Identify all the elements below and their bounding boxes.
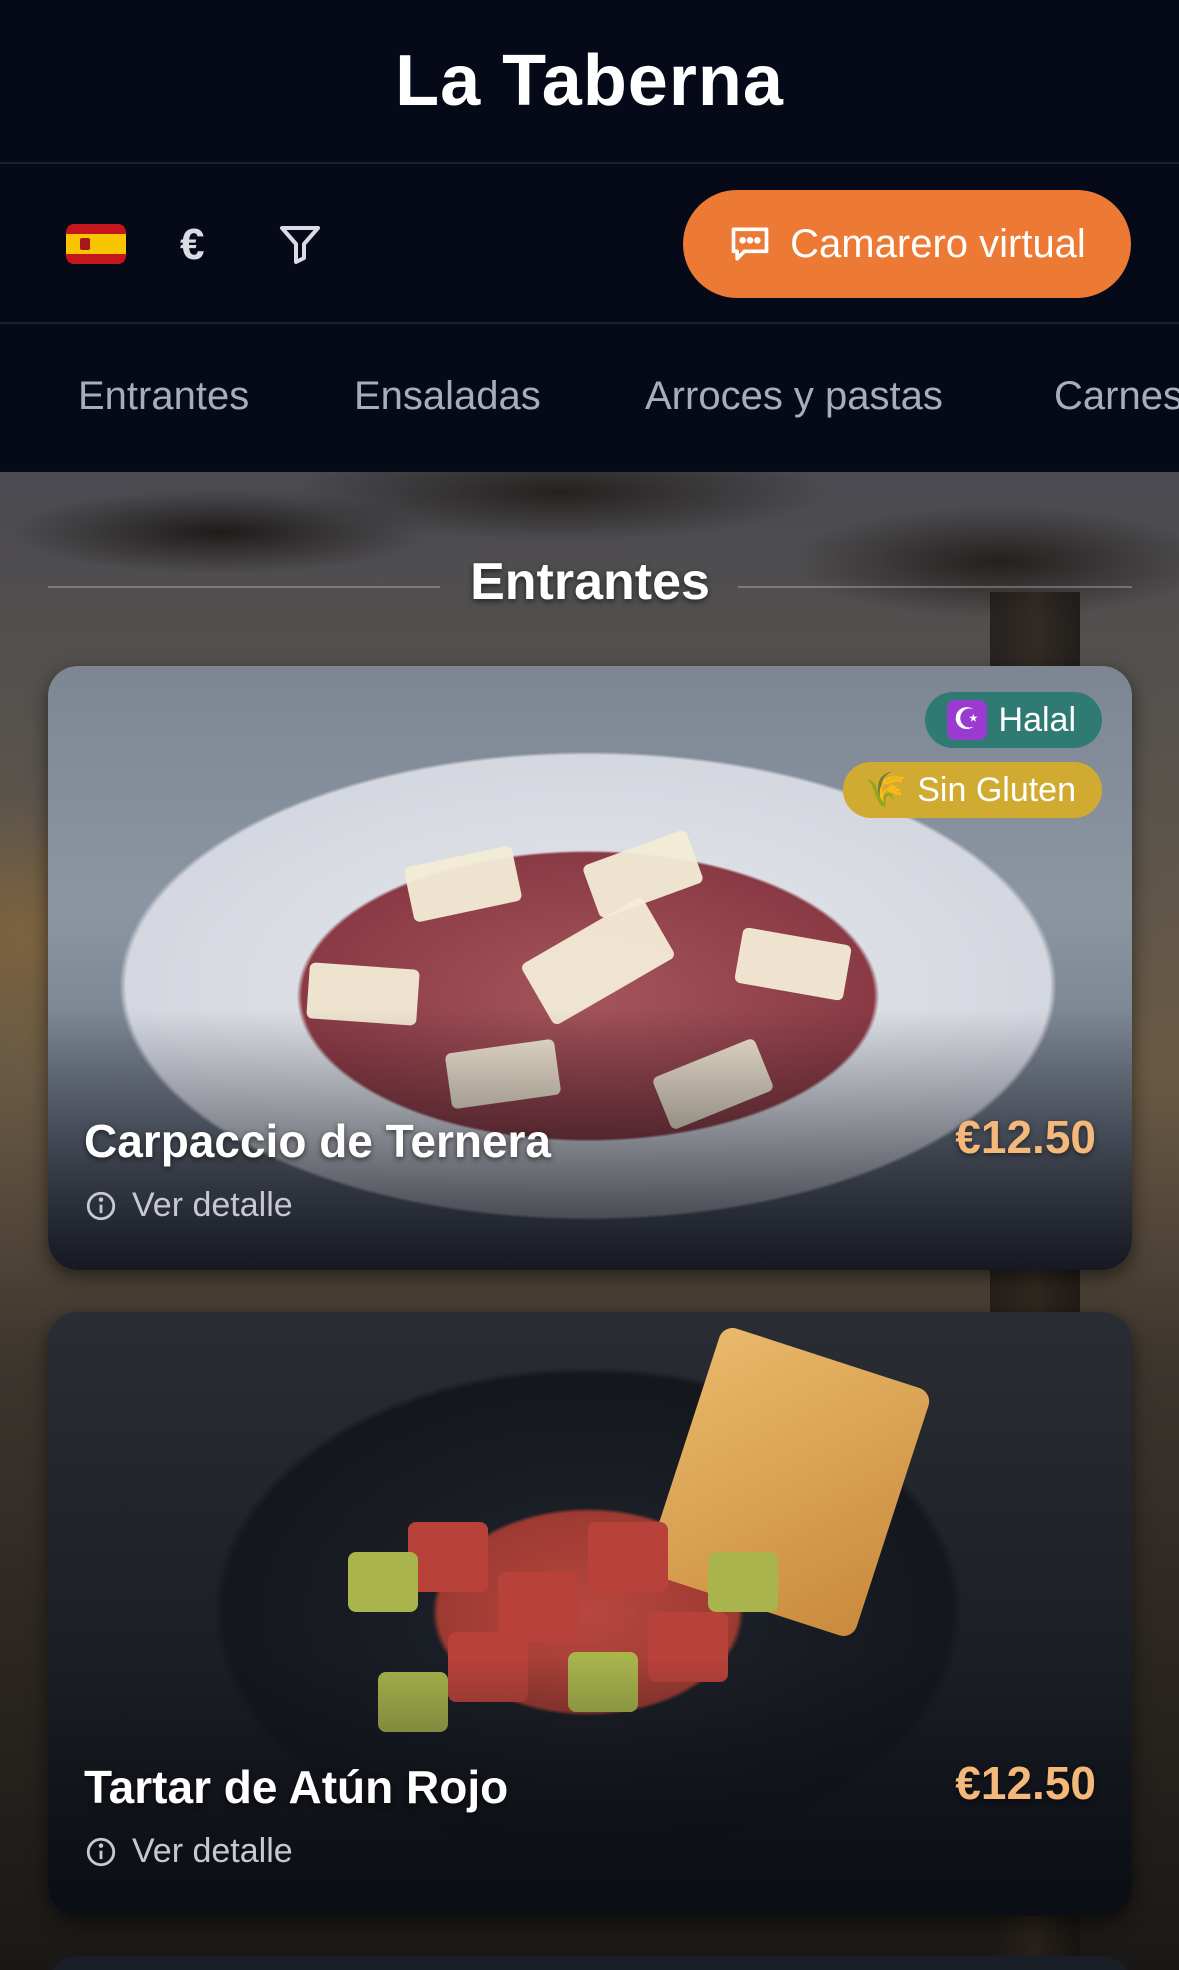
dish-card[interactable]: ☪ Halal 🌾 Sin Gluten Carpaccio de Terner…	[48, 666, 1132, 1270]
app-title: La Taberna	[395, 41, 784, 121]
dish-name: Tartar de Atún Rojo	[84, 1761, 509, 1813]
spain-flag-icon[interactable]	[66, 224, 126, 264]
app-header: La Taberna	[0, 0, 1179, 164]
dish-name: Carpaccio de Ternera	[84, 1115, 552, 1167]
info-icon	[86, 1191, 116, 1220]
tab-carnes[interactable]: Carnes	[1054, 374, 1179, 419]
chat-bubble-icon	[731, 227, 769, 261]
currency-selector[interactable]: €	[180, 220, 204, 270]
tab-entrantes[interactable]: Entrantes	[78, 374, 249, 419]
toolbar: € Camarero virtual	[0, 164, 1179, 324]
tab-ensaladas[interactable]: Ensaladas	[354, 374, 541, 419]
dish-price: €12.50	[955, 1757, 1096, 1809]
halal-badge: ☪ Halal	[924, 692, 1102, 748]
dish-price: €12.50	[955, 1111, 1096, 1163]
gluten-free-badge: 🌾 Sin Gluten	[843, 762, 1102, 818]
badge-label: Halal	[998, 700, 1076, 739]
view-detail-link[interactable]: Ver detalle	[84, 1832, 293, 1871]
dish-card-partial[interactable]	[48, 1956, 1132, 1970]
tab-arroces-y-pastas[interactable]: Arroces y pastas	[645, 374, 943, 419]
section-title: Entrantes	[470, 553, 710, 611]
view-detail-label: Ver detalle	[132, 1832, 293, 1870]
info-icon	[86, 1837, 116, 1866]
menu-content[interactable]: Entrantes ☪ Halal 🌾 Sin Gluten Carpaccio…	[0, 472, 1179, 1970]
wheat-icon: 🌾	[864, 771, 907, 809]
section-header: Entrantes	[48, 552, 1132, 612]
section-divider-right	[738, 586, 1132, 588]
crescent-star-icon: ☪	[946, 700, 987, 740]
dish-card[interactable]: Tartar de Atún Rojo €12.50 Ver detalle	[48, 1312, 1132, 1916]
category-tabs: Entrantes Ensaladas Arroces y pastas Car…	[0, 326, 1179, 470]
view-detail-link[interactable]: Ver detalle	[84, 1186, 293, 1225]
badge-label: Sin Gluten	[917, 770, 1076, 809]
filter-icon[interactable]	[276, 220, 324, 268]
dish-badges: ☪ Halal 🌾 Sin Gluten	[843, 692, 1102, 818]
virtual-waiter-button[interactable]: Camarero virtual	[683, 190, 1131, 298]
virtual-waiter-label: Camarero virtual	[790, 221, 1086, 266]
view-detail-label: Ver detalle	[132, 1186, 293, 1224]
